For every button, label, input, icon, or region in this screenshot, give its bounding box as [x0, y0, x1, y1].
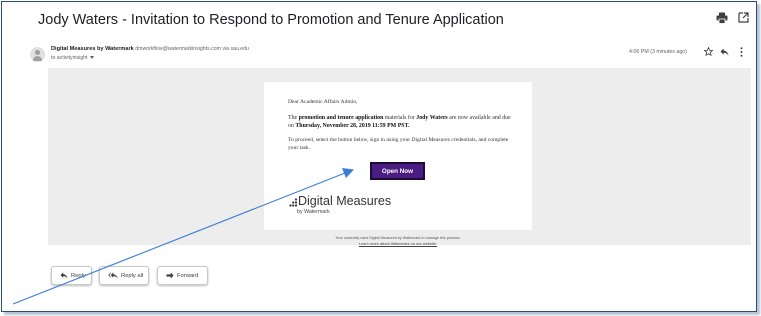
- message-card: Dear Academic Affairs Admin, The promoti…: [264, 82, 532, 230]
- forward-label: Forward: [177, 272, 199, 279]
- email-subject: Jody Waters - Invitation to Respond to P…: [38, 12, 504, 28]
- sender-avatar: [30, 47, 45, 62]
- open-now-button[interactable]: Open Now: [370, 162, 425, 180]
- reply-icon[interactable]: [720, 48, 729, 56]
- forward-button[interactable]: Forward: [157, 266, 208, 285]
- chevron-down-icon[interactable]: [89, 56, 94, 60]
- notice-bold-text: promotion and tenure application: [298, 115, 384, 121]
- greeting: Dear Academic Affairs Admin,: [288, 99, 358, 105]
- reply-button[interactable]: Reply: [51, 266, 92, 285]
- star-icon[interactable]: [704, 47, 713, 56]
- sender-name: Digital Measures by Watermark: [51, 46, 134, 52]
- timestamp: 4:06 PM (3 minutes ago): [629, 49, 687, 55]
- reply-all-label: Reply all: [121, 272, 144, 279]
- print-icon[interactable]: [716, 12, 728, 24]
- more-vert-icon[interactable]: [740, 47, 743, 57]
- sender-address: dmworkflow@watermarkinsights.com via sau…: [135, 46, 249, 52]
- recipient-line[interactable]: to activityinsight: [51, 55, 94, 61]
- sender-line: Digital Measures by Watermark dmworkflow…: [51, 46, 249, 52]
- forward-icon: [166, 272, 174, 279]
- email-window: Jody Waters - Invitation to Respond to P…: [1, 1, 757, 312]
- instructions-paragraph: To proceed, select the button below, sig…: [288, 137, 509, 151]
- due-date: Thursday, November 28, 2019 11:59 PM PST…: [295, 123, 410, 129]
- notice-text: The: [288, 115, 299, 121]
- popout-icon[interactable]: [738, 12, 749, 23]
- logo-name: Digital Measures: [298, 194, 392, 208]
- footer-link[interactable]: Learn more about Watermark on our websit…: [264, 241, 532, 246]
- candidate-name: Jody Waters: [416, 115, 448, 121]
- recipient: to activityinsight: [51, 55, 88, 61]
- logo-dots-icon: [289, 198, 298, 207]
- reply-all-button[interactable]: Reply all: [99, 266, 149, 285]
- notice-text: materials for: [383, 115, 417, 121]
- reply-label: Reply: [71, 272, 86, 279]
- footer-note: Your university uses Digital Measures by…: [335, 236, 461, 240]
- logo-subtitle: by Watermark: [297, 209, 330, 215]
- notice-paragraph: The promotion and tenure application mat…: [288, 114, 513, 130]
- reply-all-icon: [108, 272, 118, 279]
- reply-icon: [60, 272, 68, 279]
